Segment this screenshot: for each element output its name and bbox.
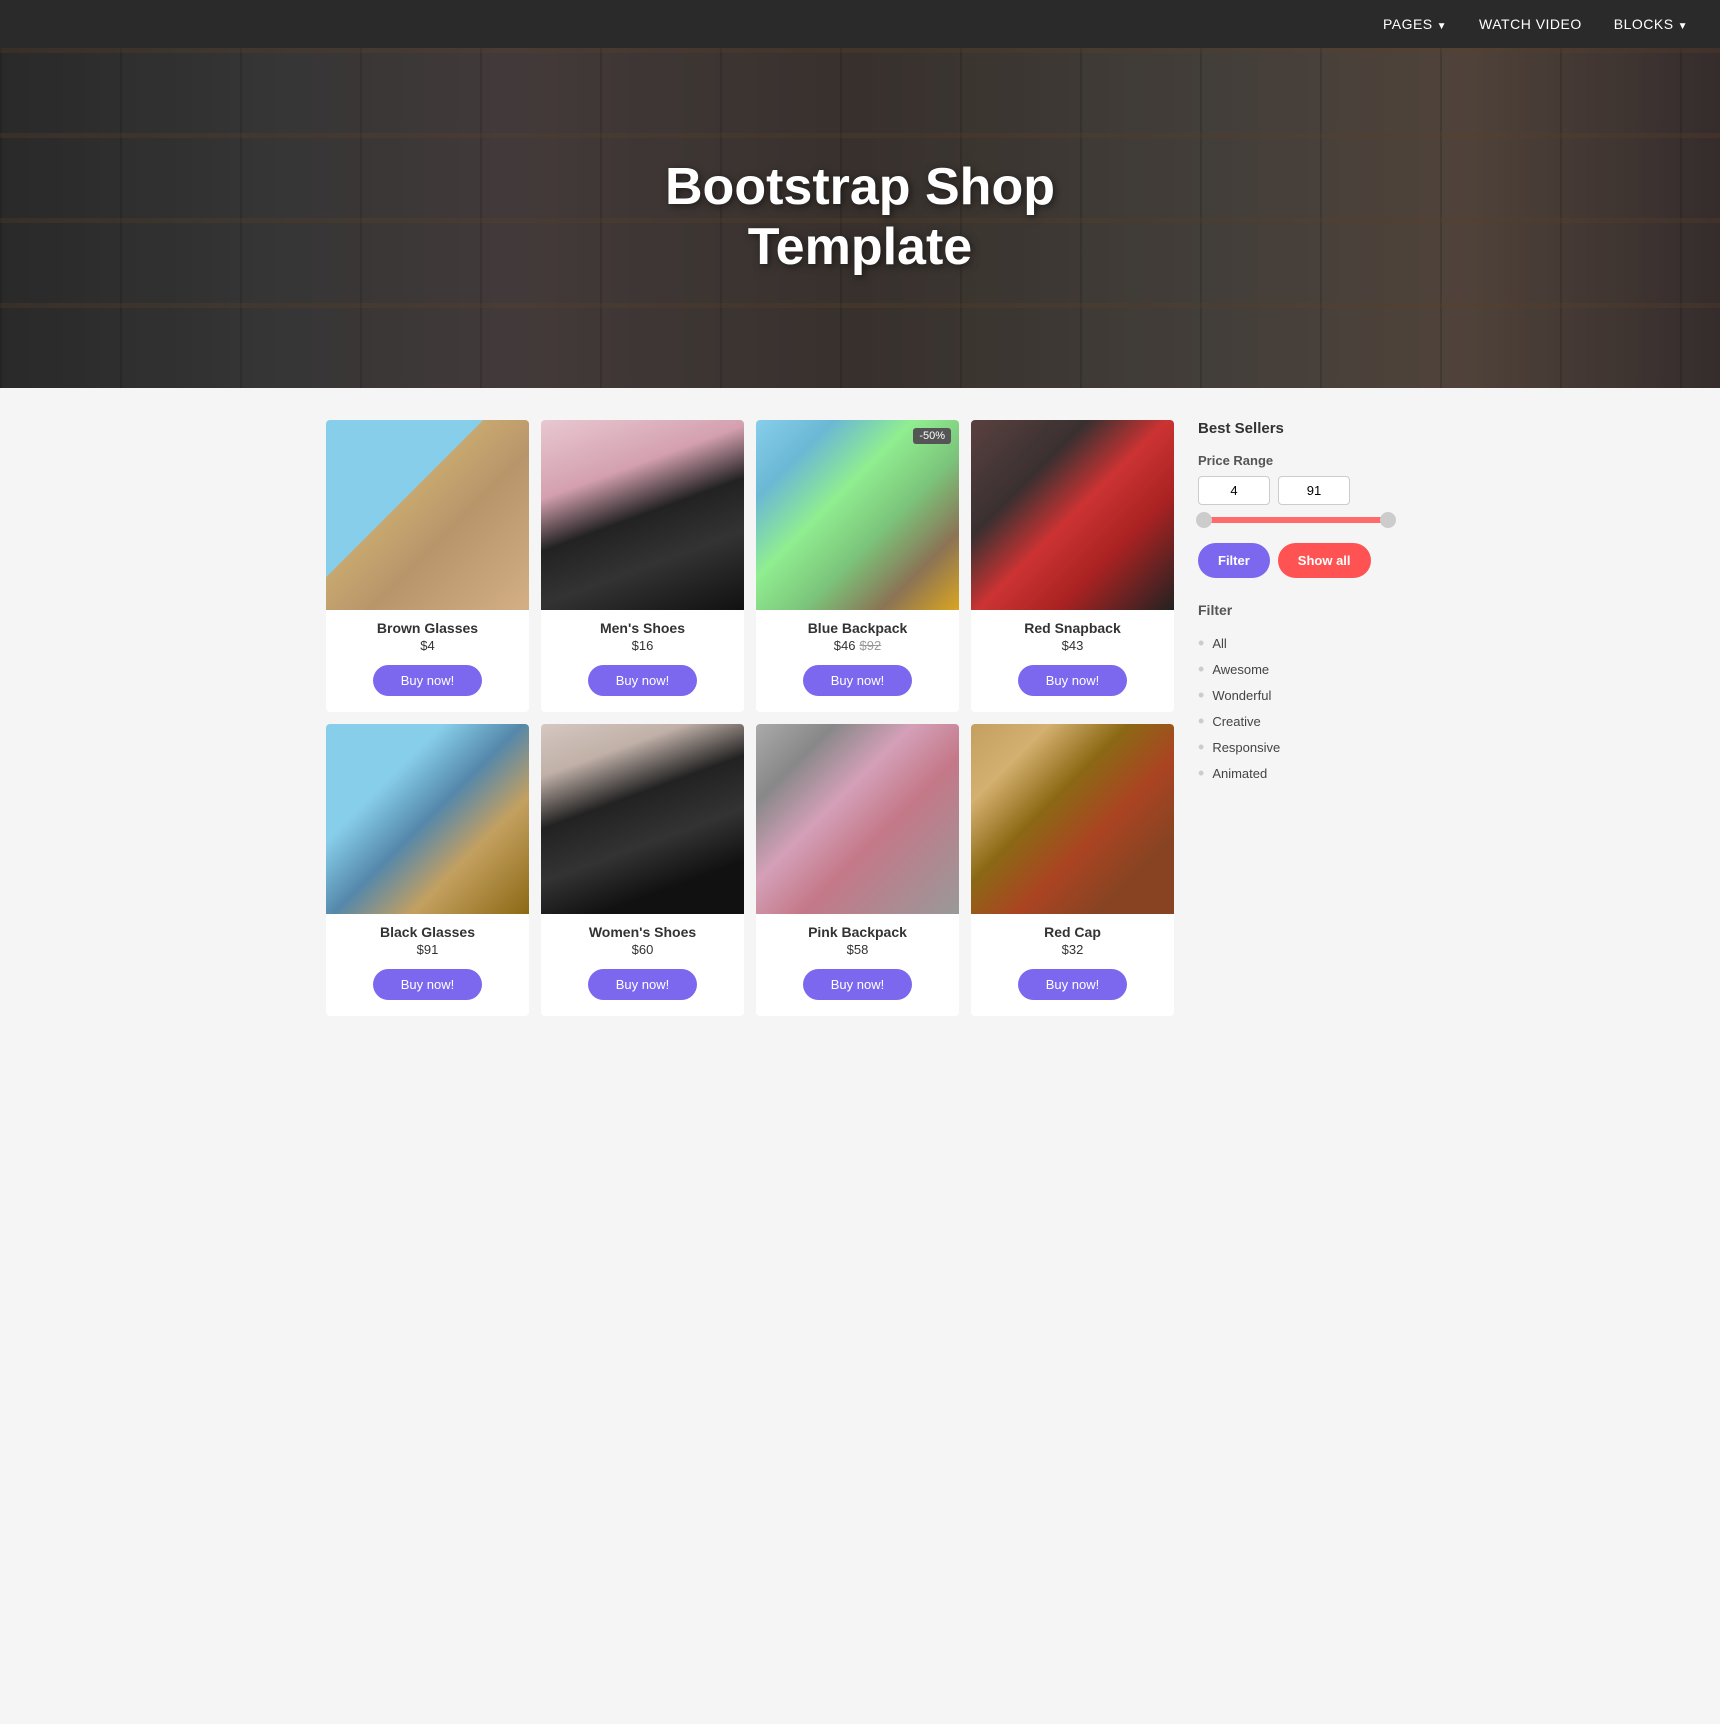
filter-item-creative[interactable]: Creative <box>1198 708 1394 734</box>
product-name: Pink Backpack <box>808 924 907 940</box>
product-image-red-cap <box>971 724 1174 914</box>
product-price: $58 <box>847 942 869 957</box>
product-image-blue-backpack <box>756 420 959 610</box>
product-price: $46$92 <box>834 638 881 653</box>
range-fill <box>1198 517 1384 523</box>
sidebar: Best Sellers Price Range Filter Show all… <box>1174 420 1394 1016</box>
product-card-red-snapback: Red Snapback $43 Buy now! <box>971 420 1174 712</box>
product-card-womens-shoes: Women's Shoes $60 Buy now! <box>541 724 744 1016</box>
product-card-black-glasses: Black Glasses $91 Buy now! <box>326 724 529 1016</box>
product-card-blue-backpack: -50% Blue Backpack $46$92 Buy now! <box>756 420 959 712</box>
buy-now-button-brown-glasses[interactable]: Buy now! <box>373 665 482 696</box>
price-max-input[interactable] <box>1278 476 1350 505</box>
product-name: Red Cap <box>1044 924 1101 940</box>
product-card-pink-backpack: Pink Backpack $58 Buy now! <box>756 724 959 1016</box>
products-grid: Brown Glasses $4 Buy now! Men's Shoes $1… <box>326 420 1174 1016</box>
range-thumb-right[interactable] <box>1380 512 1396 528</box>
show-all-button[interactable]: Show all <box>1278 543 1371 578</box>
buy-now-button-red-snapback[interactable]: Buy now! <box>1018 665 1127 696</box>
product-price: $4 <box>420 638 434 653</box>
products-section: Brown Glasses $4 Buy now! Men's Shoes $1… <box>326 420 1174 1016</box>
product-card-brown-glasses: Brown Glasses $4 Buy now! <box>326 420 529 712</box>
buy-now-button-black-glasses[interactable]: Buy now! <box>373 969 482 1000</box>
buy-now-button-womens-shoes[interactable]: Buy now! <box>588 969 697 1000</box>
price-min-input[interactable] <box>1198 476 1270 505</box>
best-sellers-title: Best Sellers <box>1198 420 1394 437</box>
filter-item-awesome[interactable]: Awesome <box>1198 656 1394 682</box>
product-image-black-glasses <box>326 724 529 914</box>
buy-now-button-pink-backpack[interactable]: Buy now! <box>803 969 912 1000</box>
product-name: Men's Shoes <box>600 620 685 636</box>
product-name: Brown Glasses <box>377 620 478 636</box>
product-image-pink-backpack <box>756 724 959 914</box>
product-name: Blue Backpack <box>808 620 908 636</box>
product-image-womens-shoes <box>541 724 744 914</box>
filter-section-title: Filter <box>1198 602 1394 618</box>
product-price: $16 <box>632 638 654 653</box>
product-card-red-cap: Red Cap $32 Buy now! <box>971 724 1174 1016</box>
product-image-brown-glasses <box>326 420 529 610</box>
product-price: $91 <box>417 942 439 957</box>
price-inputs <box>1198 476 1394 505</box>
filter-item-responsive[interactable]: Responsive <box>1198 734 1394 760</box>
original-price: $92 <box>860 638 882 653</box>
sidebar-buttons: Filter Show all <box>1198 543 1394 578</box>
range-thumb-left[interactable] <box>1196 512 1212 528</box>
filter-item-animated[interactable]: Animated <box>1198 760 1394 786</box>
price-range-label: Price Range <box>1198 453 1394 468</box>
product-name: Black Glasses <box>380 924 475 940</box>
pages-caret-icon: ▼ <box>1437 21 1447 32</box>
product-price: $32 <box>1062 942 1084 957</box>
product-price: $43 <box>1062 638 1084 653</box>
product-image-mens-shoes <box>541 420 744 610</box>
buy-now-button-red-cap[interactable]: Buy now! <box>1018 969 1127 1000</box>
product-name: Red Snapback <box>1024 620 1120 636</box>
product-name: Women's Shoes <box>589 924 696 940</box>
filter-button[interactable]: Filter <box>1198 543 1270 578</box>
nav-blocks[interactable]: BLOCKS▼ <box>1614 16 1688 32</box>
buy-now-button-mens-shoes[interactable]: Buy now! <box>588 665 697 696</box>
product-card-mens-shoes: Men's Shoes $16 Buy now! <box>541 420 744 712</box>
navbar: PAGES▼ WATCH VIDEO BLOCKS▼ <box>0 0 1720 48</box>
blocks-caret-icon: ▼ <box>1678 21 1688 32</box>
filter-list: AllAwesomeWonderfulCreativeResponsiveAni… <box>1198 630 1394 786</box>
nav-watch-video[interactable]: WATCH VIDEO <box>1479 16 1582 32</box>
price-range-slider[interactable] <box>1198 517 1394 523</box>
filter-item-all[interactable]: All <box>1198 630 1394 656</box>
hero-section: Bootstrap Shop Template <box>0 48 1720 388</box>
product-image-red-snapback <box>971 420 1174 610</box>
main-container: Brown Glasses $4 Buy now! Men's Shoes $1… <box>310 388 1410 1048</box>
buy-now-button-blue-backpack[interactable]: Buy now! <box>803 665 912 696</box>
sale-badge: -50% <box>913 428 951 444</box>
filter-item-wonderful[interactable]: Wonderful <box>1198 682 1394 708</box>
nav-pages[interactable]: PAGES▼ <box>1383 16 1447 32</box>
product-price: $60 <box>632 942 654 957</box>
hero-title: Bootstrap Shop Template <box>665 158 1055 278</box>
